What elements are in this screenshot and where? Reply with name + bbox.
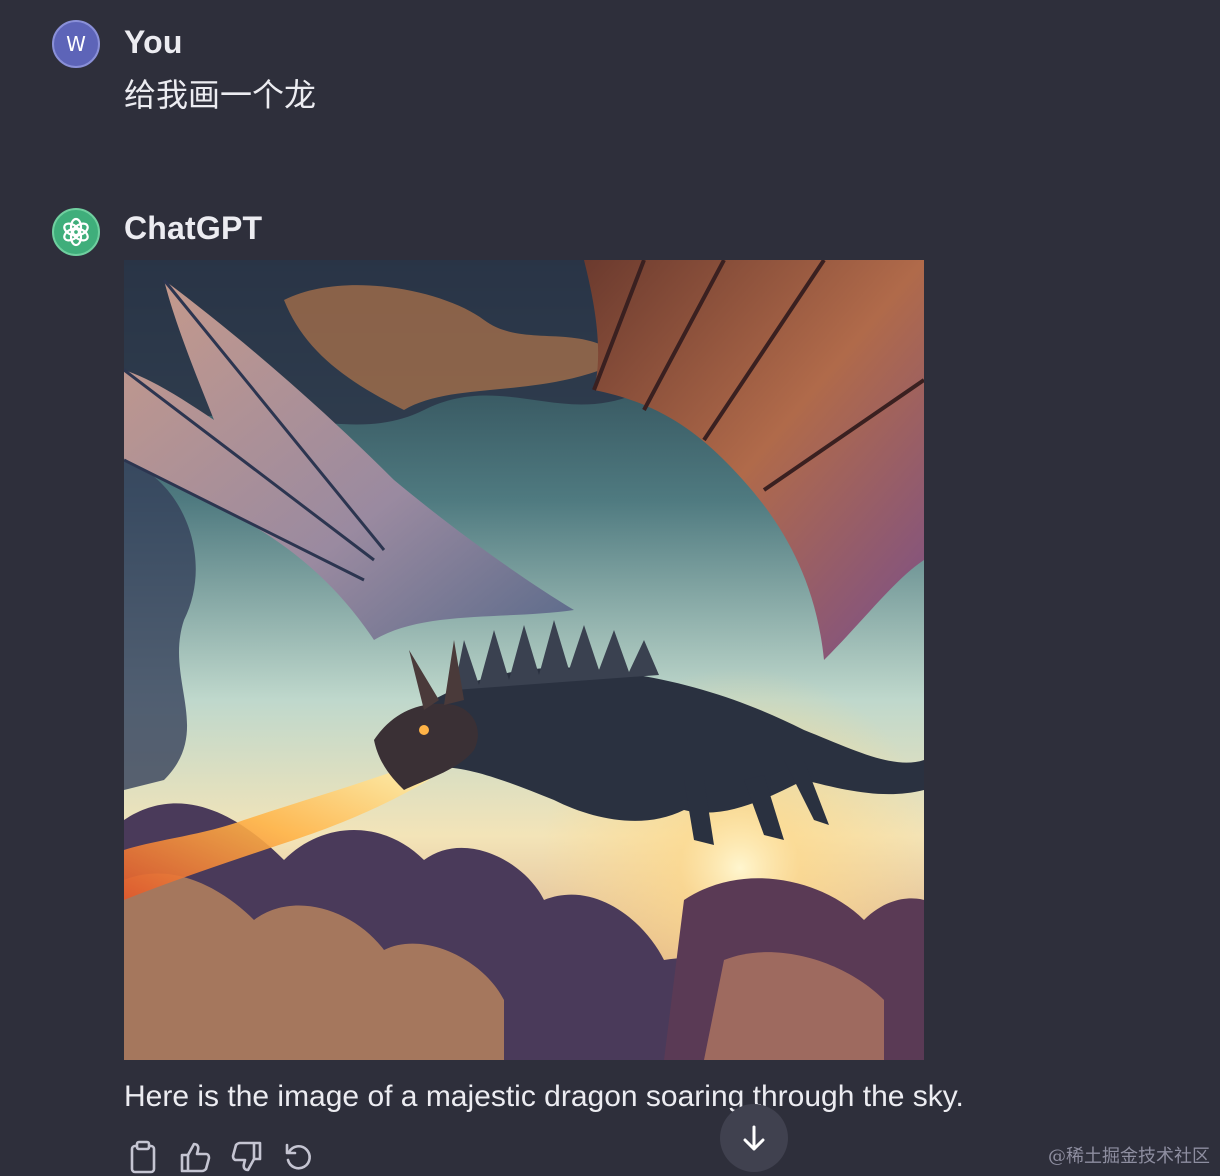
regenerate-button[interactable]: [280, 1138, 318, 1176]
generated-dragon-image[interactable]: [124, 260, 924, 1060]
dragon-illustration: [124, 260, 924, 1060]
thumbs-down-icon: [231, 1141, 262, 1172]
assistant-message-text: Here is the image of a majestic dragon s…: [124, 1080, 964, 1113]
chat-page: W You 给我画一个龙 ChatGPT Here is the image o…: [0, 0, 1220, 1176]
user-message-text: 给我画一个龙: [124, 76, 317, 114]
openai-logo-icon: [63, 217, 89, 247]
clipboard-icon: [130, 1140, 156, 1174]
thumbs-up-icon: [180, 1142, 211, 1173]
thumbs-down-button[interactable]: [228, 1138, 266, 1176]
arrow-down-icon: [743, 1125, 765, 1151]
watermark: @稀土掘金技术社区: [1048, 1146, 1210, 1167]
refresh-icon: [285, 1143, 311, 1170]
assistant-avatar: [52, 208, 100, 256]
scroll-to-bottom-button[interactable]: [720, 1104, 788, 1172]
user-avatar-letter: W: [66, 32, 86, 56]
user-avatar: W: [52, 20, 100, 68]
thumbs-up-button[interactable]: [176, 1138, 214, 1176]
message-actions: [124, 1138, 318, 1176]
assistant-author-name: ChatGPT: [124, 210, 263, 246]
copy-button[interactable]: [124, 1138, 162, 1176]
user-author-name: You: [124, 24, 183, 60]
